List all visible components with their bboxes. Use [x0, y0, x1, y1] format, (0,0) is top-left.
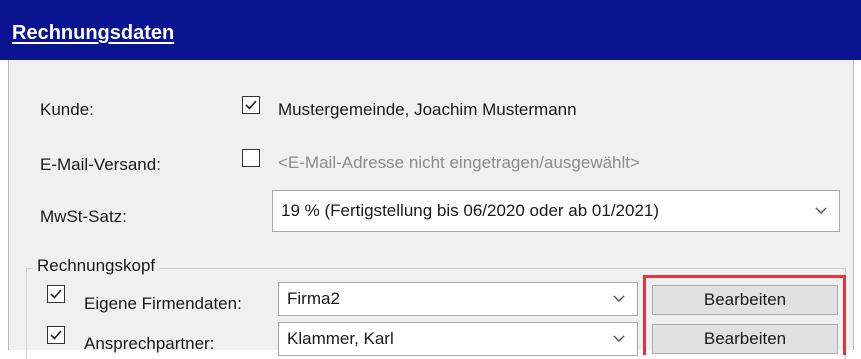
edit-buttons-highlight [643, 275, 846, 355]
chevron-down-icon [613, 295, 625, 302]
mwst-label: MwSt-Satz: [40, 207, 127, 226]
rechnungskopf-title: Rechnungskopf [33, 256, 160, 276]
ansprechpartner-select[interactable]: Klammer, Karl [278, 322, 638, 356]
kunde-checkbox[interactable] [242, 96, 260, 114]
chevron-down-icon [815, 207, 827, 214]
section-header: Rechnungsdaten [0, 0, 861, 60]
ansprechpartner-selected-value: Klammer, Karl [287, 329, 394, 348]
checkmark-icon [50, 289, 62, 299]
firmendaten-label: Eigene Firmendaten: [84, 294, 242, 313]
kunde-value: Mustergemeinde, Joachim Mustermann [278, 100, 577, 119]
kunde-label: Kunde: [40, 100, 94, 119]
chevron-down-icon [613, 335, 625, 342]
email-label: E-Mail-Versand: [40, 155, 161, 174]
mwst-select[interactable]: 19 % (Fertigstellung bis 06/2020 oder ab… [272, 190, 840, 232]
section-title[interactable]: Rechnungsdaten [12, 22, 174, 45]
email-checkbox[interactable] [242, 149, 260, 167]
ansprechpartner-checkbox[interactable] [47, 326, 65, 344]
ansprechpartner-label: Ansprechpartner: [84, 334, 215, 353]
email-value: <E-Mail-Adresse nicht eingetragen/ausgew… [278, 153, 640, 172]
mwst-selected-value: 19 % (Fertigstellung bis 06/2020 oder ab… [281, 201, 660, 220]
firmendaten-checkbox[interactable] [47, 285, 65, 303]
firmendaten-selected-value: Firma2 [287, 289, 340, 308]
checkmark-icon [245, 100, 257, 110]
firmendaten-select[interactable]: Firma2 [278, 282, 638, 316]
checkmark-icon [50, 330, 62, 340]
